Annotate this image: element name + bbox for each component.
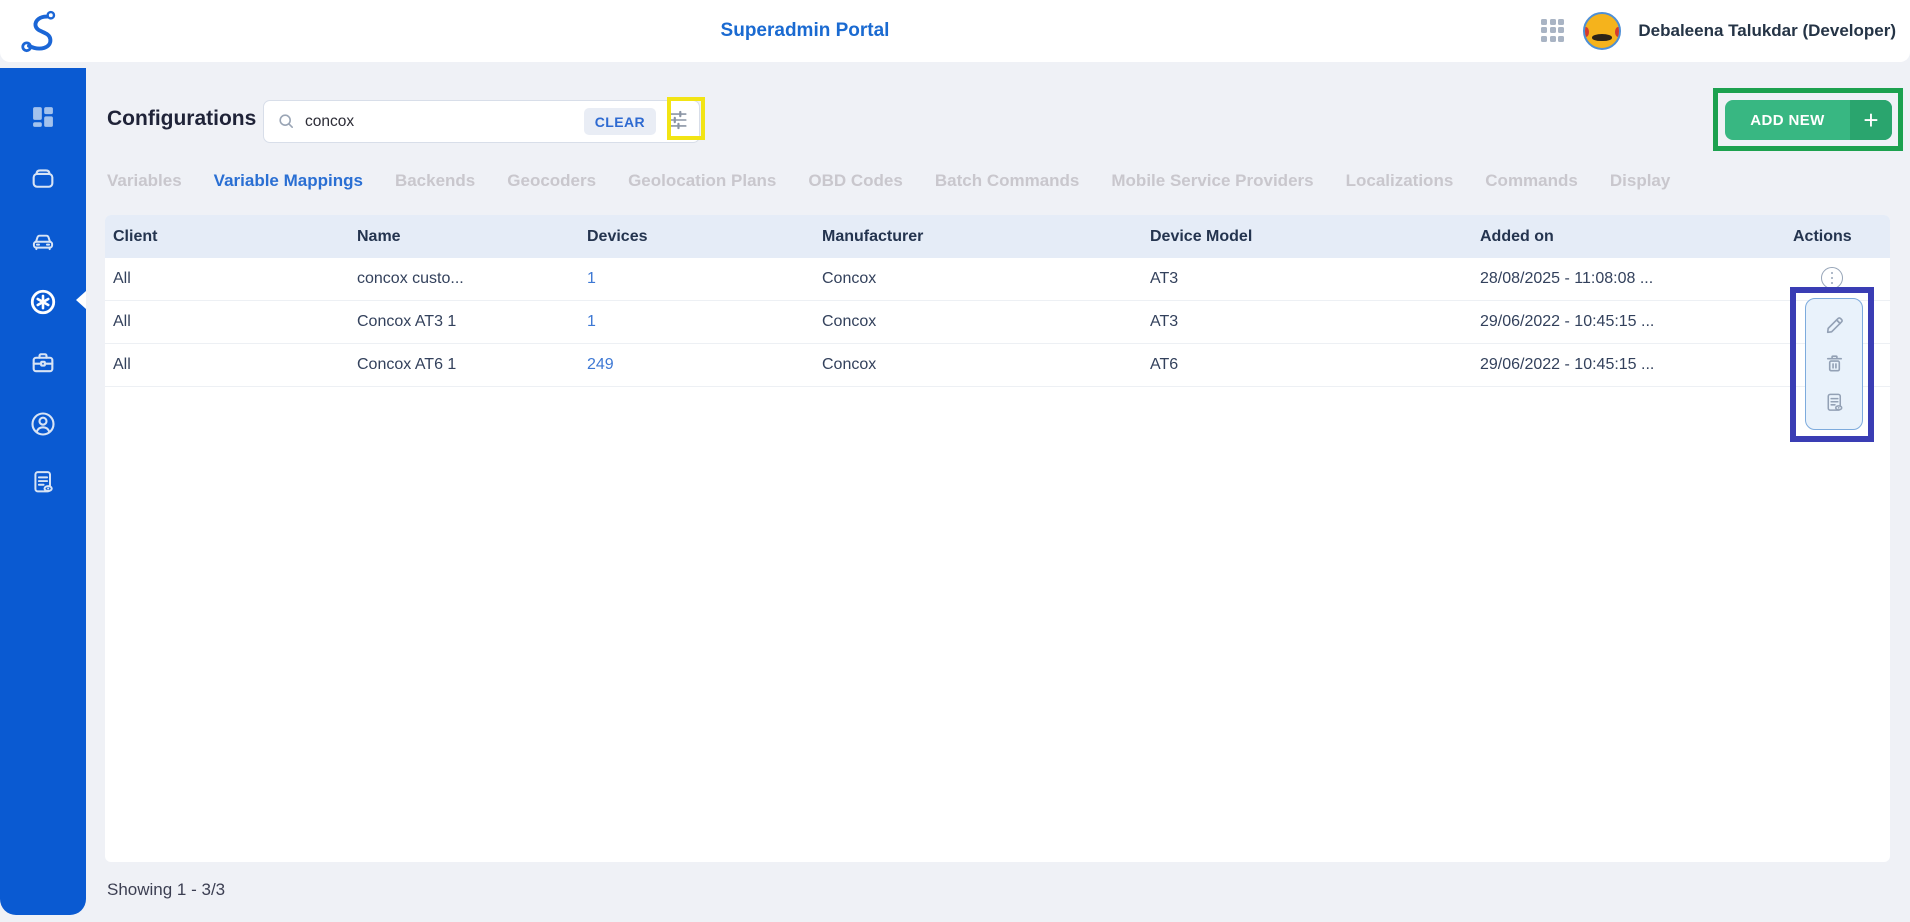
cell-manufacturer: Concox [814, 313, 1142, 331]
clear-search-button[interactable]: CLEAR [584, 108, 656, 135]
toolbox-icon [29, 349, 57, 377]
tab-batch-commands[interactable]: Batch Commands [935, 171, 1080, 191]
cell-added-on: 28/08/2025 - 11:08:08 ... [1472, 270, 1785, 288]
vehicles-icon [29, 226, 57, 254]
tab-commands[interactable]: Commands [1485, 171, 1578, 191]
search-box: CLEAR [263, 100, 700, 143]
dashboard-icon [29, 103, 57, 131]
page-heading: Configurations [107, 107, 256, 131]
add-new-button[interactable]: ADD NEW + [1725, 100, 1892, 140]
table-row[interactable]: All Concox AT3 1 1 Concox AT3 29/06/2022… [105, 301, 1890, 344]
table-row[interactable]: All Concox AT6 1 249 Concox AT6 29/06/20… [105, 344, 1890, 387]
edit-button[interactable] [1822, 314, 1846, 338]
sidebar-item-devices[interactable] [28, 163, 58, 193]
search-input[interactable] [297, 113, 584, 131]
devices-count-link[interactable]: 249 [587, 356, 614, 373]
tab-mobile-service-providers[interactable]: Mobile Service Providers [1111, 171, 1313, 191]
devices-tray-icon [29, 164, 57, 192]
tab-bar: Variables Variable Mappings Backends Geo… [107, 166, 1670, 196]
user-name-label[interactable]: Debaleena Talukdar (Developer) [1638, 21, 1896, 41]
cell-added-on: 29/06/2022 - 10:45:15 ... [1472, 356, 1785, 374]
add-new-label: ADD NEW [1725, 100, 1850, 140]
active-item-pointer-icon [76, 291, 86, 309]
user-avatar[interactable] [1583, 12, 1621, 50]
column-header-device-model: Device Model [1142, 228, 1472, 246]
column-header-manufacturer: Manufacturer [814, 228, 1142, 246]
top-bar: Superadmin Portal Debaleena Talukdar (De… [0, 0, 1910, 62]
devices-count-link[interactable]: 1 [587, 270, 596, 287]
sidebar-item-logs[interactable] [28, 467, 58, 497]
row-actions-popup [1805, 298, 1863, 430]
view-log-icon [1823, 391, 1846, 414]
cell-manufacturer: Concox [814, 356, 1142, 374]
column-header-name: Name [349, 228, 579, 246]
cell-client: All [105, 270, 349, 288]
tab-geolocation-plans[interactable]: Geolocation Plans [628, 171, 776, 191]
cell-device-model: AT3 [1142, 270, 1472, 288]
configurations-icon [29, 288, 57, 316]
apps-grid-icon[interactable] [1541, 19, 1566, 44]
data-table-card: Client Name Devices Manufacturer Device … [105, 215, 1890, 862]
cell-manufacturer: Concox [814, 270, 1142, 288]
tab-variables[interactable]: Variables [107, 171, 182, 191]
table-row[interactable]: All concox custo... 1 Concox AT3 28/08/2… [105, 258, 1890, 301]
more-options-icon [1831, 272, 1834, 275]
page-title: Superadmin Portal [721, 0, 890, 62]
brand-logo-icon[interactable] [16, 5, 68, 57]
logs-icon [29, 468, 57, 496]
sidebar-item-dashboard[interactable] [28, 102, 58, 132]
edit-pencil-icon [1823, 314, 1846, 337]
cell-name: concox custo... [349, 270, 579, 288]
cell-client: All [105, 356, 349, 374]
more-options-button[interactable] [1821, 267, 1843, 289]
tab-obd-codes[interactable]: OBD Codes [808, 171, 902, 191]
cell-device-model: AT6 [1142, 356, 1472, 374]
cell-name: Concox AT6 1 [349, 356, 579, 374]
column-header-actions: Actions [1785, 228, 1890, 246]
superadmin-portal-window: Superadmin Portal Debaleena Talukdar (De… [0, 0, 1910, 922]
table-header-row: Client Name Devices Manufacturer Device … [105, 215, 1890, 258]
tab-backends[interactable]: Backends [395, 171, 475, 191]
cell-name: Concox AT3 1 [349, 313, 579, 331]
view-log-button[interactable] [1822, 391, 1846, 415]
column-header-devices: Devices [579, 228, 814, 246]
cell-added-on: 29/06/2022 - 10:45:15 ... [1472, 313, 1785, 331]
cell-client: All [105, 313, 349, 331]
sidebar-item-vehicles[interactable] [28, 225, 58, 255]
tab-display[interactable]: Display [1610, 171, 1670, 191]
search-icon [276, 111, 297, 132]
tab-localizations[interactable]: Localizations [1346, 171, 1454, 191]
top-right-cluster: Debaleena Talukdar (Developer) [1541, 0, 1896, 62]
cell-device-model: AT3 [1142, 313, 1472, 331]
tab-geocoders[interactable]: Geocoders [507, 171, 596, 191]
sidebar-item-users[interactable] [28, 409, 58, 439]
users-icon [29, 410, 57, 438]
sidebar-item-configurations[interactable] [28, 287, 58, 317]
sidebar-item-toolbox[interactable] [28, 348, 58, 378]
tab-variable-mappings[interactable]: Variable Mappings [214, 171, 363, 191]
delete-trash-icon [1823, 352, 1846, 375]
pagination-summary: Showing 1 - 3/3 [107, 880, 225, 900]
plus-icon: + [1850, 100, 1892, 140]
column-header-client: Client [105, 228, 349, 246]
filter-button[interactable] [665, 109, 691, 135]
sidebar-nav: © [0, 68, 86, 915]
devices-count-link[interactable]: 1 [587, 313, 596, 330]
column-header-added-on: Added on [1472, 228, 1785, 246]
filter-sliders-icon [667, 109, 689, 131]
delete-button[interactable] [1822, 352, 1846, 376]
